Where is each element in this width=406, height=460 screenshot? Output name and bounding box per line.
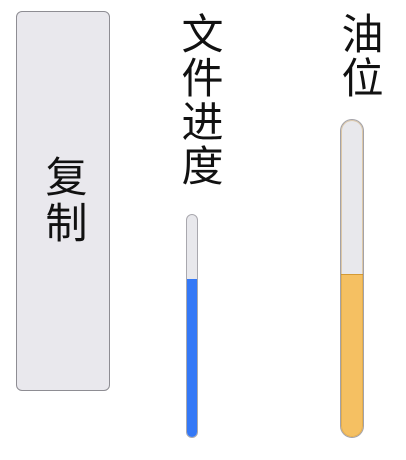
file-progress-bar [186, 214, 198, 438]
fuel-level-fill [341, 274, 363, 437]
copy-button[interactable]: 复制 [16, 11, 110, 391]
fuel-level-title: 油位 [335, 12, 384, 100]
file-progress-fill [187, 279, 197, 437]
file-progress-title: 文件进度 [175, 12, 224, 188]
fuel-level-gauge [340, 119, 364, 438]
copy-button-label: 复制 [39, 155, 88, 247]
